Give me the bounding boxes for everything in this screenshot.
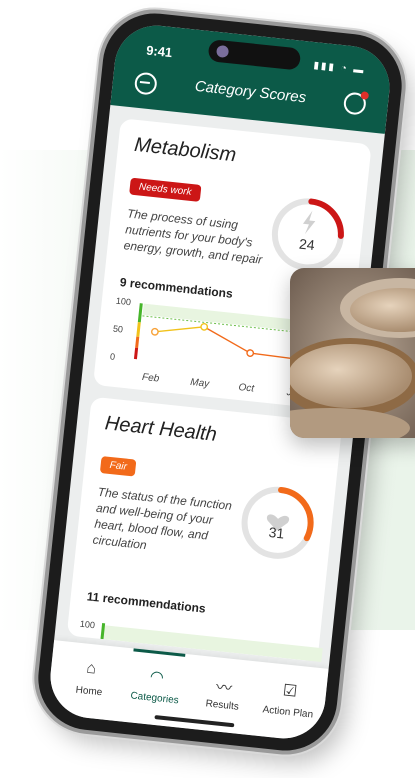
axis-scale-segment bbox=[137, 303, 143, 323]
series-line-segment bbox=[154, 326, 205, 333]
nav-home[interactable]: ⌂ Home bbox=[57, 657, 125, 700]
nav-categories[interactable]: ◠ Categories bbox=[122, 664, 190, 707]
card-title: Heart Health bbox=[103, 412, 218, 446]
home-indicator bbox=[154, 715, 235, 728]
x-tick-label: Feb bbox=[141, 372, 160, 385]
data-point bbox=[200, 322, 209, 331]
axis-scale-segment bbox=[135, 336, 140, 349]
y-tick-label: 100 bbox=[115, 296, 131, 308]
nav-results[interactable]: 〰 Results bbox=[190, 671, 258, 714]
card-title: Metabolism bbox=[133, 133, 238, 167]
recommendations-count[interactable]: 11 recommendations bbox=[86, 589, 206, 615]
active-tab-indicator bbox=[133, 648, 186, 657]
nav-label: Categories bbox=[129, 690, 180, 707]
data-point bbox=[246, 349, 255, 357]
series-line-segment bbox=[203, 326, 251, 354]
nav-label: Action Plan bbox=[262, 704, 314, 721]
food-photo-bran bbox=[290, 268, 415, 438]
home-icon: ⌂ bbox=[85, 659, 98, 678]
front-camera bbox=[207, 39, 302, 71]
clipboard-check-icon: ☑ bbox=[282, 682, 299, 701]
y-tick-label: 0 bbox=[110, 351, 116, 361]
status-time: 9:41 bbox=[145, 42, 173, 61]
lightning-icon bbox=[302, 210, 316, 235]
trend-icon: 〰 bbox=[215, 679, 233, 698]
score-gauge: 24 bbox=[264, 190, 352, 278]
x-tick-label: Oct bbox=[238, 382, 256, 395]
gauge-icon: ◠ bbox=[148, 668, 165, 687]
y-tick-label: 50 bbox=[112, 324, 123, 335]
axis-scale-segment bbox=[133, 347, 139, 360]
card-description: The process of using nutrients for your … bbox=[123, 206, 263, 267]
status-badge: Needs work bbox=[129, 177, 202, 202]
x-tick-label: May bbox=[190, 377, 211, 390]
data-point bbox=[150, 327, 159, 336]
y-tick-label: 100 bbox=[79, 619, 95, 631]
axis-scale-segment bbox=[136, 322, 141, 337]
card-description: The status of the function and well-bein… bbox=[92, 484, 233, 553]
status-icons: ▮▮▮ ◔ ▬ bbox=[312, 60, 366, 77]
nav-label: Results bbox=[205, 698, 240, 713]
nav-label: Home bbox=[75, 684, 103, 699]
score-gauge: 31 bbox=[234, 479, 322, 567]
nav-action-plan[interactable]: ☑ Action Plan bbox=[255, 678, 323, 721]
status-badge: Fair bbox=[99, 456, 137, 477]
